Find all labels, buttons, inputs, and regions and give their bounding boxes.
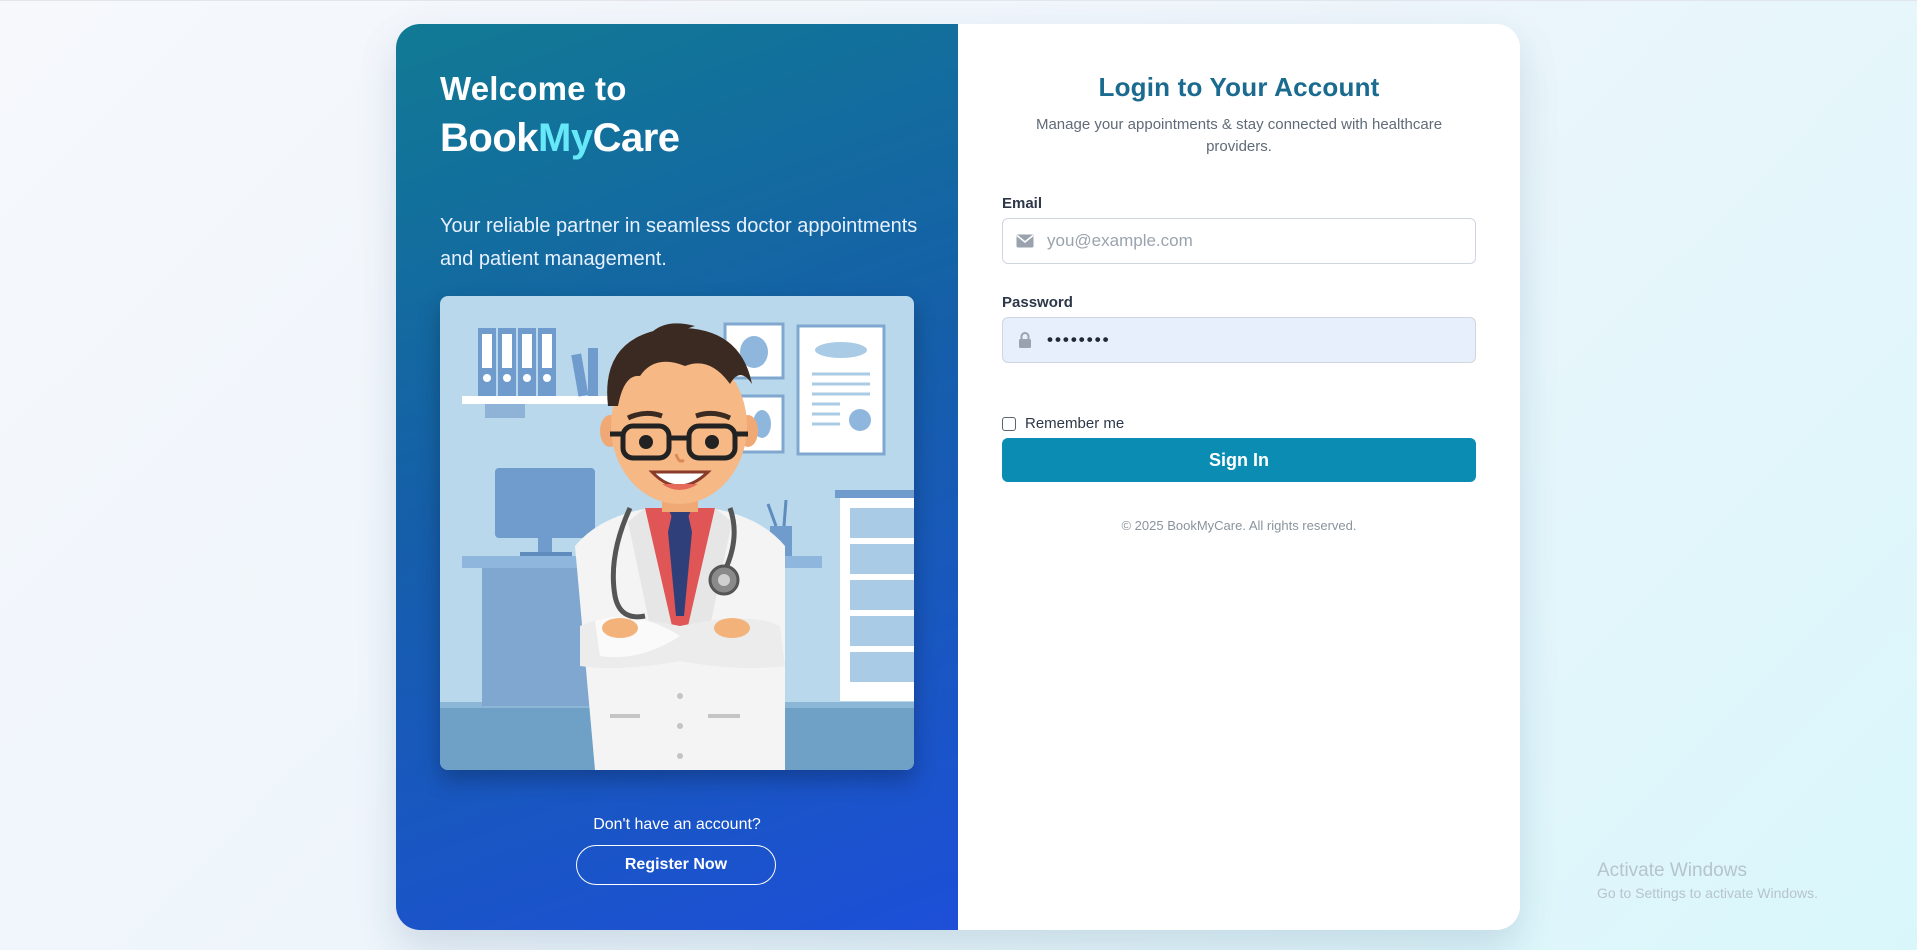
envelope-icon <box>1003 234 1047 248</box>
top-border <box>0 0 1917 1</box>
tagline: Your reliable partner in seamless doctor… <box>440 215 918 270</box>
login-card: Welcome to BookMyCare Your reliable part… <box>396 24 1520 930</box>
login-panel: Login to Your Account Manage your appoin… <box>958 24 1520 930</box>
copyright: © 2025 BookMyCare. All rights reserved. <box>1121 518 1357 533</box>
login-subtitle: Manage your appointments & stay connecte… <box>1035 116 1443 155</box>
password-input[interactable] <box>1047 318 1475 362</box>
doctor-illustration <box>440 296 914 770</box>
email-input[interactable] <box>1047 219 1475 263</box>
welcome-panel: Welcome to BookMyCare Your reliable part… <box>396 24 958 930</box>
lock-icon <box>1003 331 1047 349</box>
password-field[interactable] <box>1002 317 1476 363</box>
remember-label: Remember me <box>1025 415 1125 432</box>
email-field[interactable] <box>1002 218 1476 264</box>
brand-name: BookMyCare <box>440 116 680 161</box>
no-account-prompt: Don't have an account? <box>593 816 761 833</box>
remember-me[interactable]: Remember me <box>1002 415 1124 432</box>
brand-part-book: Book <box>440 116 539 160</box>
password-label: Password <box>1002 294 1073 311</box>
welcome-heading: Welcome to <box>440 70 627 107</box>
login-title: Login to Your Account <box>1098 72 1380 102</box>
brand-part-my: My <box>538 116 593 160</box>
brand-part-care: Care <box>592 116 680 160</box>
windows-watermark: Activate Windows Go to Settings to activ… <box>1597 860 1818 901</box>
watermark-title: Activate Windows <box>1597 860 1747 881</box>
watermark-subtitle: Go to Settings to activate Windows. <box>1597 885 1818 901</box>
remember-checkbox[interactable] <box>1002 416 1016 431</box>
email-label: Email <box>1002 195 1043 212</box>
register-button[interactable]: Register Now <box>576 845 776 885</box>
sign-in-button[interactable]: Sign In <box>1002 438 1476 482</box>
